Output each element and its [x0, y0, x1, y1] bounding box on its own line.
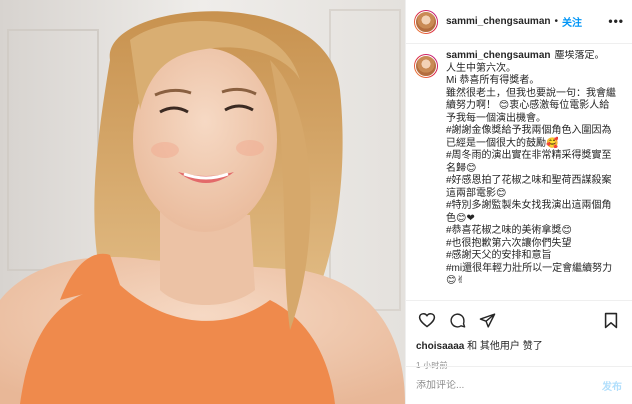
liker-username[interactable]: choisaaaa	[416, 341, 464, 352]
instagram-post: sammi_chengsauman • 关注 ••• sammi_chengsa…	[0, 0, 632, 404]
caption-hashtag-line[interactable]: #mi還很年輕力壯所以一定會繼續努力	[446, 263, 616, 276]
bookmark-icon[interactable]	[600, 309, 622, 331]
post-header: sammi_chengsauman • 关注 •••	[406, 0, 632, 44]
caption-line: Mi 恭喜所有得獎者。	[446, 75, 540, 86]
caption-line: 雖然很老土，但我也要說一句：我會繼	[446, 87, 616, 99]
post-caption: sammi_chengsauman 塵埃落定。 人生中第六次。 Mi 恭喜所有得獎…	[414, 50, 626, 298]
comment-input[interactable]	[416, 380, 602, 391]
caption-username[interactable]: sammi_chengsauman	[446, 50, 551, 61]
likes-text[interactable]: 和 其他用户 赞了	[464, 341, 543, 352]
follow-button[interactable]: 关注	[562, 14, 582, 29]
action-icons	[416, 309, 622, 331]
header-separator: •	[554, 16, 559, 27]
selfie-illustration	[0, 0, 405, 404]
caption-hashtag-line[interactable]: #謝謝金像獎給予我兩個角色入圍因為	[446, 125, 616, 138]
caption-hashtag-line[interactable]: #感謝天父的安排和意旨	[446, 250, 616, 263]
comment-bubble-icon[interactable]	[446, 309, 468, 331]
caption-line: 色😊❤	[446, 212, 475, 224]
comment-bar: 发布	[406, 366, 632, 404]
post-side-panel: sammi_chengsauman • 关注 ••• sammi_chengsa…	[405, 0, 632, 404]
caption-line: 續努力啊！ 😊衷心感激每位電影人給	[446, 100, 610, 111]
caption-text: sammi_chengsauman 塵埃落定。 人生中第六次。 Mi 恭喜所有得獎…	[446, 50, 616, 298]
more-options-icon[interactable]: •••	[608, 14, 624, 28]
caption-line: 已經是一個很大的鼓勵🥰	[446, 137, 559, 149]
caption-hashtag-line[interactable]: #也很抱歉第六次讓你們失望	[446, 238, 616, 251]
author-avatar[interactable]	[414, 9, 438, 34]
post-actions: choisaaaa 和 其他用户 赞了 1 小时前	[406, 300, 632, 371]
caption-hashtag-line[interactable]: #特別多謝監製朱女找我演出這兩個角	[446, 200, 616, 213]
caption-hashtag-line[interactable]: #恭喜花椒之味的美術拿獎😊	[446, 225, 616, 238]
post-photo[interactable]	[0, 0, 405, 404]
caption-line: 予我每一個演出機會。	[446, 112, 546, 124]
caption-hashtag-line[interactable]: #好感恩拍了花椒之味和聖荷西謀殺案	[446, 175, 616, 188]
caption-line: 😊✌	[446, 275, 465, 286]
heart-outline-icon[interactable]	[416, 309, 438, 331]
caption-hashtag-line[interactable]: #周冬雨的演出實在非常精采得獎實至	[446, 150, 616, 163]
caption-line: 這兩部電影😊	[446, 187, 507, 199]
caption-line: 塵埃落定。	[554, 50, 605, 61]
author-username[interactable]: sammi_chengsauman	[446, 16, 551, 27]
post-comment-button[interactable]: 发布	[602, 378, 622, 393]
caption-line: 名歸😊	[446, 162, 477, 174]
likes-summary: choisaaaa 和 其他用户 赞了	[416, 337, 622, 352]
caption-avatar[interactable]	[414, 54, 438, 78]
paper-plane-icon[interactable]	[476, 309, 498, 331]
caption-line: 人生中第六次。	[446, 62, 516, 74]
